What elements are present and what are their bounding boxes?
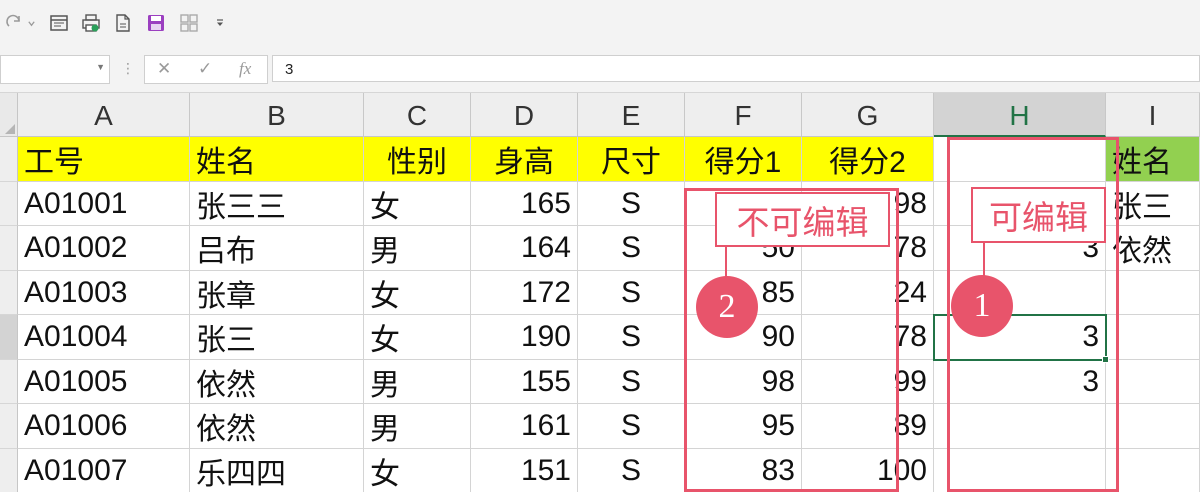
table-cell[interactable]: 吕布 [190,226,364,271]
table-cell[interactable]: 依然 [190,360,364,404]
table-cell[interactable]: 男 [364,226,471,271]
row-header[interactable] [0,315,18,360]
table-cell[interactable]: S [578,315,685,360]
table-header-cell[interactable]: 得分1 [685,137,802,182]
table-cell[interactable]: A01007 [18,449,190,492]
print-preview-icon[interactable] [48,12,70,34]
table-cell[interactable]: 女 [364,449,471,492]
formula-buttons: ✕ ✓ fx [144,55,268,84]
save-icon[interactable] [145,12,167,34]
formula-input[interactable]: 3 [272,55,1200,82]
column-header-c[interactable]: C [364,93,471,137]
table-cell[interactable]: 190 [471,315,578,360]
row-header[interactable] [0,449,18,492]
column-header-g[interactable]: G [802,93,934,137]
table-cell[interactable]: S [578,449,685,492]
table-cell[interactable]: S [578,404,685,449]
customize-toolbar-icon[interactable] [212,12,228,34]
table-cell[interactable]: 女 [364,315,471,360]
table-header-cell[interactable]: 工号 [18,137,190,182]
formula-bar: ▼ ⋮ ✕ ✓ fx 3 [0,46,1200,93]
column-header-h[interactable]: H [934,93,1106,137]
table-cell[interactable]: 张章 [190,271,364,315]
table-cell[interactable]: 张三 [190,315,364,360]
table-header-cell[interactable]: 性别 [364,137,471,182]
column-header-i[interactable]: I [1106,93,1200,137]
table-cell[interactable] [1106,315,1200,360]
layout-grid-icon[interactable] [178,12,200,34]
row-header[interactable] [0,404,18,449]
row-header[interactable] [0,360,18,404]
step-2-badge: 2 [696,276,758,338]
table-header-cell[interactable]: 身高 [471,137,578,182]
table-cell[interactable]: A01004 [18,315,190,360]
table-cell[interactable]: A01005 [18,360,190,404]
row-header[interactable] [0,226,18,271]
table-cell[interactable]: 161 [471,404,578,449]
table-cell[interactable] [1106,449,1200,492]
table-cell[interactable]: 151 [471,449,578,492]
table-cell[interactable]: 女 [364,182,471,226]
table-cell[interactable]: 张三三 [190,182,364,226]
quick-access-toolbar [0,0,1200,46]
table-cell[interactable]: S [578,226,685,271]
dropdown-arrow-icon[interactable] [24,12,38,34]
table-cell[interactable]: 165 [471,182,578,226]
table-cell[interactable]: 张三 [1106,182,1200,226]
table-cell[interactable]: 男 [364,404,471,449]
table-cell[interactable]: 172 [471,271,578,315]
table-header-cell[interactable]: 姓名 [1106,137,1200,182]
print-icon[interactable] [80,12,102,34]
row-header[interactable] [0,182,18,226]
step-1-badge: 1 [951,275,1013,337]
table-cell[interactable] [1106,404,1200,449]
cancel-icon[interactable]: ✕ [157,59,171,79]
table-cell[interactable]: A01003 [18,271,190,315]
table-cell[interactable]: 乐四四 [190,449,364,492]
table-cell[interactable]: 男 [364,360,471,404]
table-cell[interactable]: A01006 [18,404,190,449]
table-header-cell[interactable]: 得分2 [802,137,934,182]
table-cell[interactable] [1106,360,1200,404]
not-editable-label: 不可编辑 [715,192,890,247]
column-header-a[interactable]: A [18,93,190,137]
column-header-f[interactable]: F [685,93,802,137]
export-pdf-icon[interactable] [112,12,134,34]
table-cell[interactable]: S [578,271,685,315]
table-cell[interactable]: 依然 [190,404,364,449]
name-box[interactable]: ▼ [0,55,110,84]
column-header-b[interactable]: B [190,93,364,137]
row-header[interactable] [0,271,18,315]
insert-function-icon[interactable]: fx [239,59,251,79]
redo-icon[interactable] [4,12,26,34]
table-cell[interactable]: A01001 [18,182,190,226]
table-cell[interactable]: 女 [364,271,471,315]
table-cell[interactable] [1106,271,1200,315]
formula-bar-splitter[interactable]: ⋮ [121,60,135,77]
table-cell[interactable]: S [578,182,685,226]
table-header-cell[interactable]: 尺寸 [578,137,685,182]
name-box-dropdown-icon[interactable]: ▼ [96,62,105,72]
select-all-corner[interactable] [0,93,18,137]
row-header[interactable] [0,137,18,182]
table-cell[interactable]: 依然 [1106,226,1200,271]
column-header-d[interactable]: D [471,93,578,137]
column-header-e[interactable]: E [578,93,685,137]
table-cell[interactable]: A01002 [18,226,190,271]
confirm-icon[interactable]: ✓ [198,59,212,79]
table-cell[interactable]: S [578,360,685,404]
table-cell[interactable]: 155 [471,360,578,404]
editable-label: 可编辑 [971,187,1106,243]
table-header-cell[interactable]: 姓名 [190,137,364,182]
editable-leader-line [983,240,985,280]
table-cell[interactable]: 164 [471,226,578,271]
